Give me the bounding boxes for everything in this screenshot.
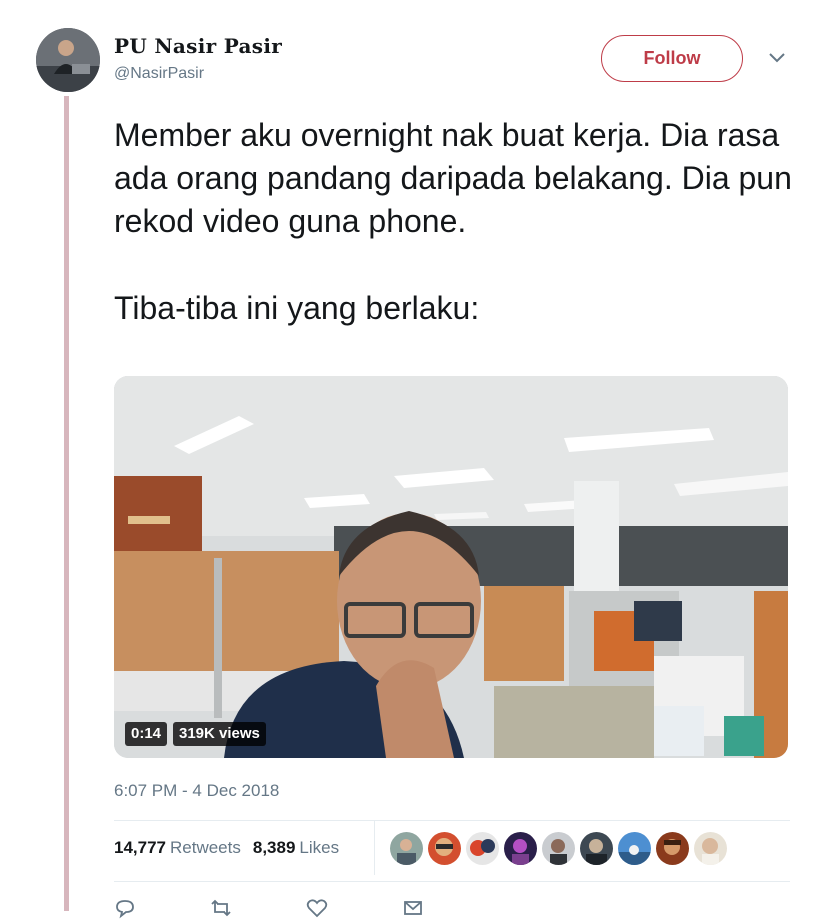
tweet-text: Member aku overnight nak buat kerja. Dia… [114, 114, 794, 330]
video-views-badge: 319K views [173, 722, 266, 746]
heart-icon [306, 899, 328, 918]
dm-button[interactable] [402, 897, 424, 919]
liker-avatar[interactable] [580, 832, 613, 865]
video-duration-badge: 0:14 [125, 722, 168, 746]
liker-avatar[interactable] [618, 832, 651, 865]
retweet-icon [211, 899, 231, 917]
likers-avatars [390, 832, 727, 865]
likes-label: Likes [299, 838, 340, 857]
tweet-paragraph-1: Member aku overnight nak buat kerja. Dia… [114, 117, 792, 239]
video-player[interactable] [114, 376, 788, 758]
follow-button[interactable]: Follow [601, 35, 743, 82]
retweets-label: Retweets [170, 838, 241, 857]
author-avatar[interactable] [36, 28, 100, 92]
retweets-count: 14,777 [114, 838, 166, 857]
stats-separator [374, 821, 375, 875]
likes-stat[interactable]: 8,389 Likes [253, 838, 339, 858]
liker-avatar[interactable] [466, 832, 499, 865]
tweet-paragraph-2: Tiba-tiba ini yang berlaku: [114, 290, 480, 326]
video-thumbnail [114, 376, 788, 758]
reply-icon [116, 900, 134, 919]
tweet-timestamp[interactable]: 6:07 PM - 4 Dec 2018 [114, 781, 279, 801]
message-icon [404, 901, 422, 915]
author-name[interactable]: PU Nasir Pasir [114, 34, 282, 58]
divider-bottom [114, 881, 790, 882]
reply-button[interactable] [114, 897, 136, 919]
retweets-stat[interactable]: 14,777 Retweets [114, 838, 241, 858]
liker-avatar[interactable] [542, 832, 575, 865]
likes-count: 8,389 [252, 838, 296, 857]
tweet-actions [114, 897, 424, 919]
divider-top [114, 820, 790, 821]
liker-avatar[interactable] [390, 832, 423, 865]
author-handle[interactable]: @NasirPasir [114, 65, 204, 83]
tweet-stats: 14,777 Retweets 8,389 Likes [114, 838, 339, 858]
chevron-down-icon[interactable] [768, 52, 786, 64]
liker-avatar[interactable] [504, 832, 537, 865]
retweet-button[interactable] [210, 897, 232, 919]
thread-line [64, 96, 69, 911]
liker-avatar[interactable] [656, 832, 689, 865]
liker-avatar[interactable] [428, 832, 461, 865]
liker-avatar[interactable] [694, 832, 727, 865]
like-button[interactable] [306, 897, 328, 919]
